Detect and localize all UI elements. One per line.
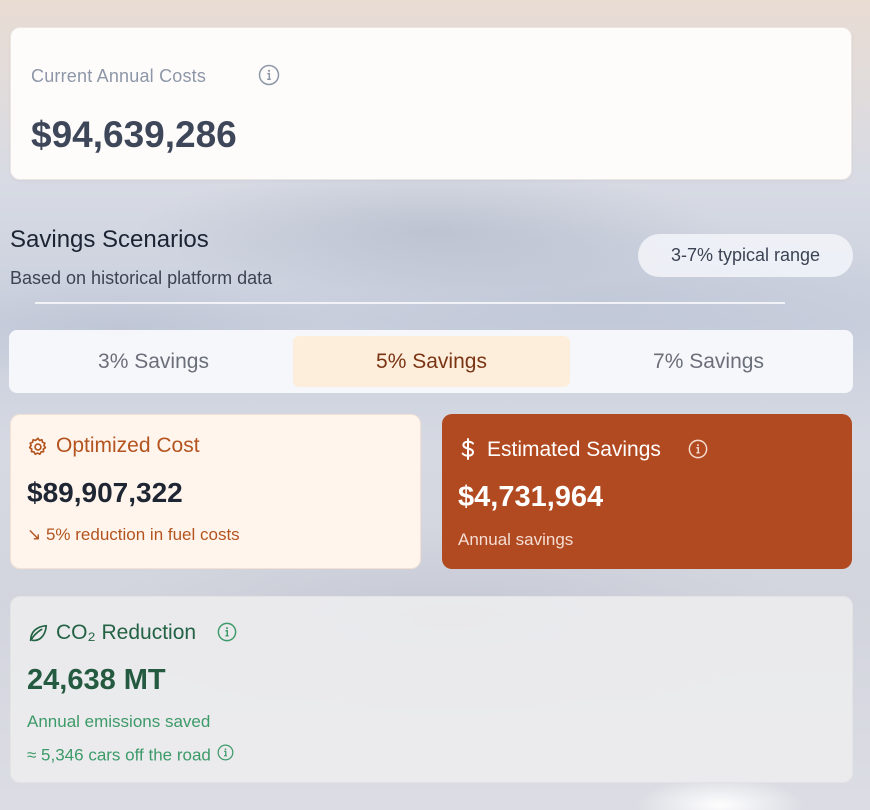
section-title: Savings Scenarios xyxy=(10,226,209,253)
savings-tabs: 3% Savings 5% Savings 7% Savings xyxy=(9,330,853,393)
dollar-icon xyxy=(458,437,478,466)
co2-reduction-card: CO₂ Reduction 24,638 MT Annual emissions… xyxy=(10,596,853,783)
optimized-cost-card: Optimized Cost $89,907,322 ↘ 5% reductio… xyxy=(10,414,421,569)
info-icon[interactable] xyxy=(217,622,237,647)
cars-equivalent-text: ≈ 5,346 cars off the road xyxy=(27,745,211,765)
current-costs-label: Current Annual Costs xyxy=(31,66,207,86)
co2-reduction-title: CO₂ Reduction xyxy=(56,621,197,644)
optimized-cost-note: ↘ 5% reduction in fuel costs xyxy=(27,525,240,544)
gear-icon xyxy=(27,436,49,463)
tab-5-percent[interactable]: 5% Savings xyxy=(293,336,570,387)
current-costs-card: Current Annual Costs $94,639,286 xyxy=(10,27,852,180)
estimated-savings-note: Annual savings xyxy=(458,530,574,549)
co2-reduction-note: Annual emissions saved xyxy=(27,712,211,731)
tab-3-percent[interactable]: 3% Savings xyxy=(15,336,292,387)
co2-reduction-value: 24,638 MT xyxy=(27,664,166,696)
info-icon[interactable] xyxy=(688,439,708,464)
cars-equivalent: ≈ 5,346 cars off the road xyxy=(27,744,234,767)
estimated-savings-title: Estimated Savings xyxy=(487,438,661,461)
estimated-savings-card: Estimated Savings $4,731,964 Annual savi… xyxy=(442,414,852,569)
leaf-icon xyxy=(27,622,49,649)
tab-7-percent[interactable]: 7% Savings xyxy=(570,336,847,387)
optimized-cost-value: $89,907,322 xyxy=(27,477,183,508)
estimated-savings-value: $4,731,964 xyxy=(458,481,604,513)
current-costs-value: $94,639,286 xyxy=(31,114,237,155)
divider xyxy=(35,302,785,304)
info-icon[interactable] xyxy=(258,64,280,91)
section-subtitle: Based on historical platform data xyxy=(10,268,273,288)
range-badge: 3-7% typical range xyxy=(638,234,853,277)
info-icon[interactable] xyxy=(217,744,234,766)
optimized-cost-title: Optimized Cost xyxy=(56,434,200,457)
